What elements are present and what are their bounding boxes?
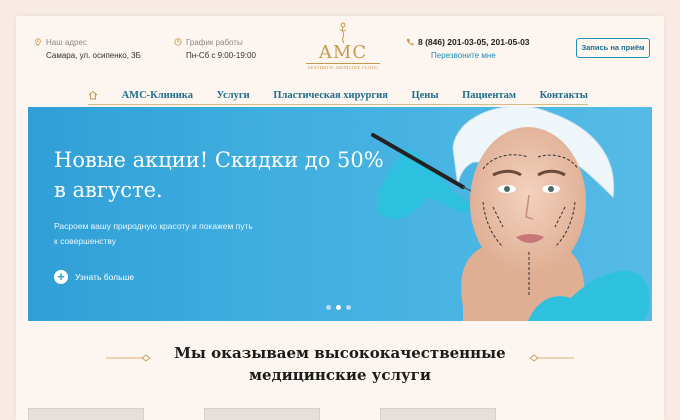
nav-item-clinic[interactable]: AMC-Клиника [122,90,193,101]
address-value: Самара, ул. осипенко, 3Б [46,51,141,60]
callback-link[interactable]: Перезвоните мне [431,51,496,60]
phone-icon [406,38,414,46]
nav-item-patients[interactable]: Пациентам [462,90,516,101]
slider-dot-active[interactable] [336,305,341,310]
clock-icon [174,38,182,46]
slider-dot[interactable] [346,305,351,310]
hero-subtitle: Расроем вашу природную красоту и покажем… [54,221,253,246]
section-title: Мы оказываем высококачественные медицинс… [174,344,506,384]
nav-item-contacts[interactable]: Контакты [540,90,588,101]
phone-numbers-text: 8 (846) 201-03-05, 201-05-03 [418,37,530,47]
service-cards [28,408,652,420]
learn-more-button[interactable]: + Узнать больше [54,269,134,285]
logo-text: AMC [318,42,368,63]
nav-item-plastic-surgery[interactable]: Пластическая хирургия [273,90,388,101]
schedule-value: Пн-Сб с 9:00-19:00 [186,51,256,60]
plus-icon: + [54,270,68,284]
slider-dot[interactable] [326,305,331,310]
logo-figure-icon [339,22,347,44]
service-card[interactable] [380,408,496,420]
schedule-block: График работы Пн-Сб с 9:00-19:00 [174,38,256,60]
nav-item-prices[interactable]: Цены [411,90,438,101]
hero-title: Новые акции! Скидки до 50% в августе. [54,148,384,202]
home-icon[interactable] [88,90,98,100]
logo-subtitle: AESTHETIC MEDICINE CLINIC [306,63,380,70]
address-block: Наш адрес Самара, ул. осипенко, 3Б [35,38,141,60]
hero-banner: Новые акции! Скидки до 50% в августе. Ра… [28,107,652,321]
phone-numbers[interactable]: 8 (846) 201-03-05, 201-05-03 [406,37,530,47]
main-nav: AMC-Клиника Услуги Пластическая хирургия… [88,86,588,105]
schedule-label: График работы [186,38,243,47]
logo[interactable]: AMC AESTHETIC MEDICINE CLINIC [306,22,380,70]
hero-face-image [371,107,650,321]
service-card[interactable] [28,408,144,420]
page: Наш адрес Самара, ул. осипенко, 3Б Графи… [16,16,664,420]
location-pin-icon [35,38,41,46]
nav-item-services[interactable]: Услуги [217,90,250,101]
book-appointment-button[interactable]: Запись на приём [576,38,650,58]
learn-more-label: Узнать больше [75,272,135,282]
slider-dots [326,305,351,310]
header: Наш адрес Самара, ул. осипенко, 3Б Графи… [16,16,664,86]
address-label: Наш адрес [46,38,87,47]
service-card[interactable] [204,408,320,420]
